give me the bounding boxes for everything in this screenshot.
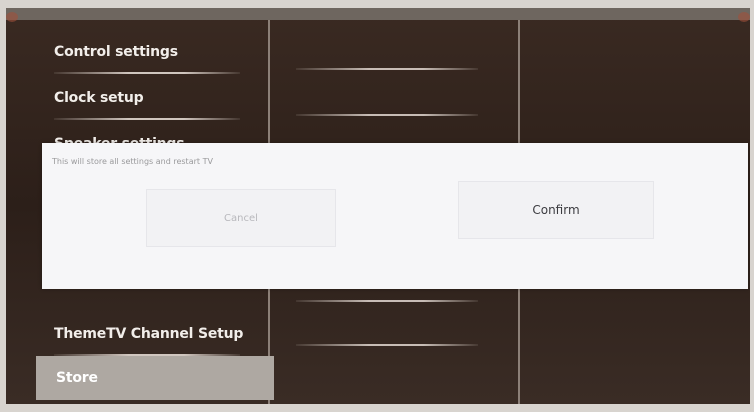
dialog-message: This will store all settings and restart…: [52, 157, 213, 166]
middle-column-separator: [296, 68, 478, 70]
menu-item-label: Clock setup: [54, 90, 144, 106]
menu-item-label: ThemeTV Channel Setup: [54, 326, 244, 342]
top-bar: [6, 8, 750, 20]
menu-item-store[interactable]: Store: [36, 356, 274, 400]
cancel-button[interactable]: Cancel: [146, 189, 336, 247]
menu-item-clock-setup[interactable]: Clock setup: [34, 76, 270, 120]
menu-item-label: Store: [56, 370, 98, 386]
menu-item-control-settings[interactable]: Control settings: [34, 30, 270, 74]
middle-column-separator: [296, 344, 478, 346]
confirm-button-label: Confirm: [532, 203, 580, 217]
confirm-dialog: This will store all settings and restart…: [42, 143, 748, 289]
tv-screen: Control settings Clock setup Speaker set…: [6, 8, 750, 404]
menu-item-themetv-channel-setup[interactable]: ThemeTV Channel Setup: [34, 312, 270, 356]
middle-column-separator: [296, 300, 478, 302]
cancel-button-label: Cancel: [224, 212, 258, 224]
confirm-button[interactable]: Confirm: [458, 181, 654, 239]
middle-column-separator: [296, 114, 478, 116]
corner-indicator-right: [738, 12, 750, 22]
corner-indicator-left: [6, 12, 18, 22]
menu-item-label: Control settings: [54, 44, 178, 60]
